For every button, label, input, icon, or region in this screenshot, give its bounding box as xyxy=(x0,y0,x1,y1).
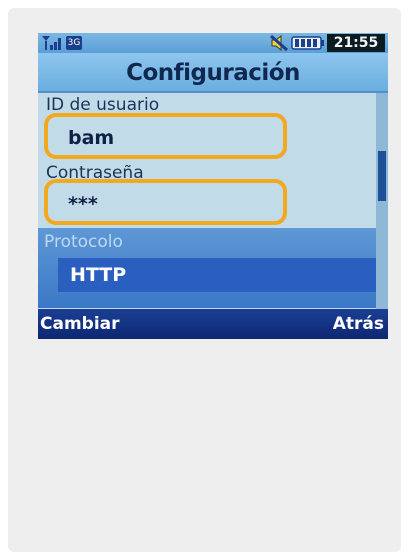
password-field[interactable]: *** xyxy=(68,193,98,215)
protocol-row[interactable]: Protocolo HTTP xyxy=(38,228,376,308)
scrollbar-thumb[interactable] xyxy=(378,151,386,201)
user-id-label: ID de usuario xyxy=(46,95,160,115)
protocol-label: Protocolo xyxy=(44,232,123,252)
user-id-field[interactable]: bam xyxy=(68,127,114,149)
signal-bars-icon xyxy=(42,36,61,50)
protocol-value[interactable]: HTTP xyxy=(70,264,126,286)
network-badge: 3G xyxy=(66,36,82,50)
title-bar: Configuración xyxy=(38,53,388,93)
phone-screen: 3G 21:55 Configuración ID de usuario bam… xyxy=(38,33,388,339)
change-softkey[interactable]: Cambiar xyxy=(40,309,120,339)
mute-icon xyxy=(270,34,288,52)
screen-title: Configuración xyxy=(126,60,300,86)
scrollbar[interactable] xyxy=(376,93,388,309)
back-softkey[interactable]: Atrás xyxy=(333,309,384,339)
status-bar: 3G 21:55 xyxy=(38,33,388,53)
settings-list: ID de usuario bam Contraseña *** Protoco… xyxy=(38,93,376,309)
battery-icon xyxy=(291,36,324,50)
softkey-bar: Cambiar Atrás xyxy=(38,309,388,339)
clock: 21:55 xyxy=(327,34,385,52)
